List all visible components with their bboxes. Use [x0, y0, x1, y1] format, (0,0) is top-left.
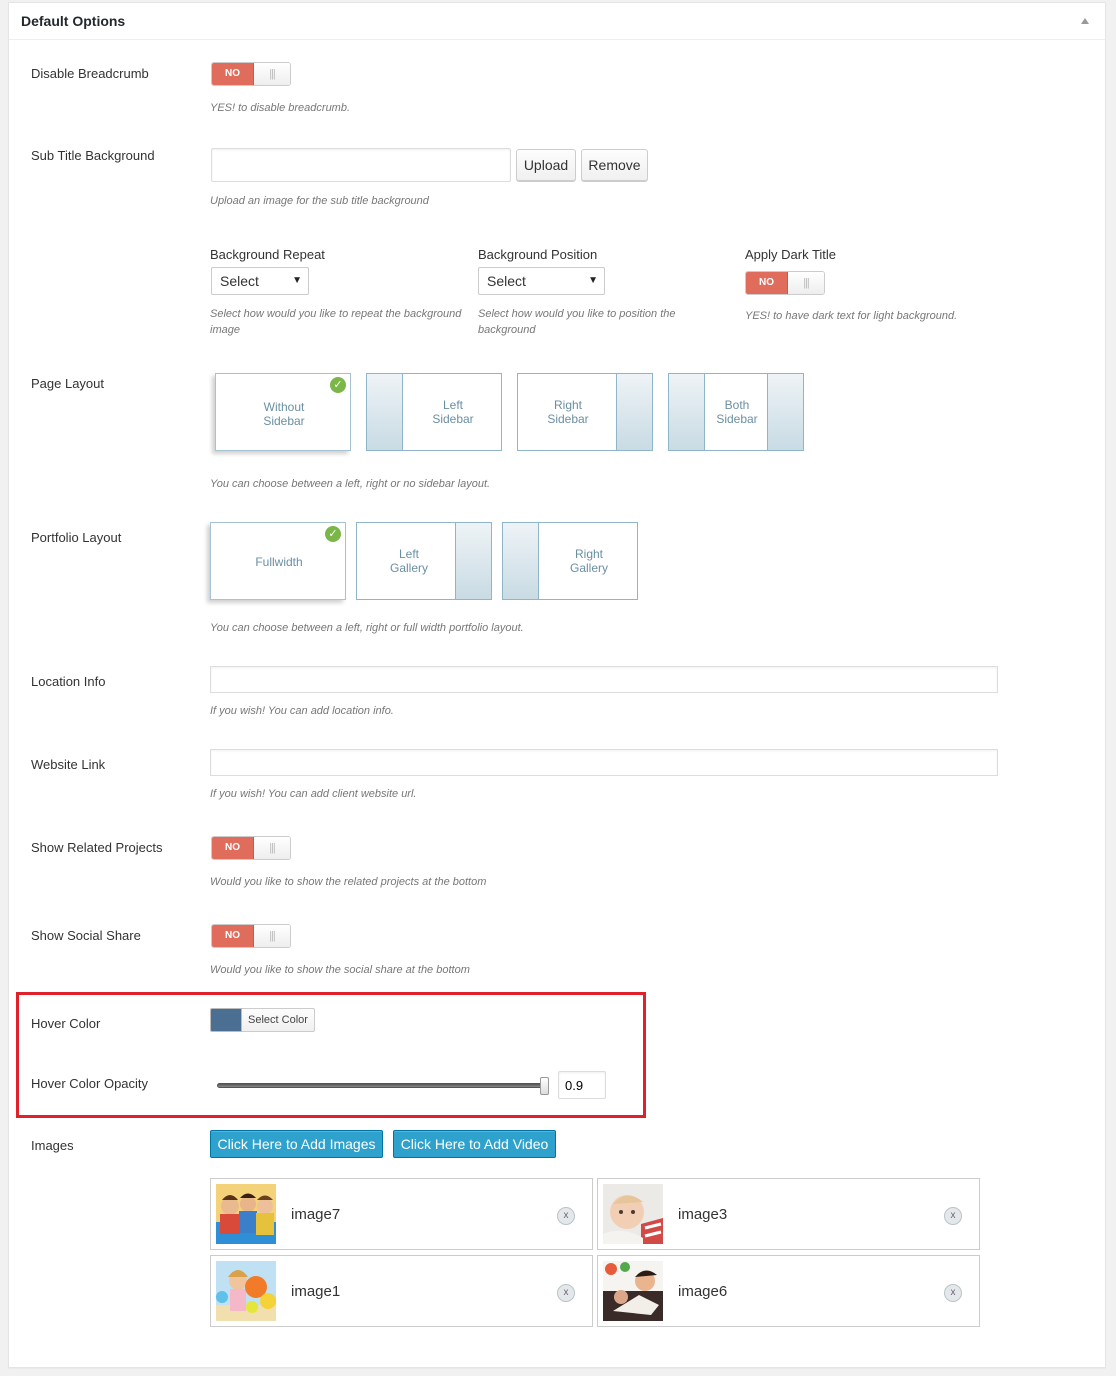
- layout-caption: Left Sidebar: [432, 398, 474, 426]
- social-share-desc: Would you like to show the social share …: [210, 964, 470, 976]
- hover-opacity-label: Hover Color Opacity: [31, 1076, 149, 1091]
- location-info-desc: If you wish! You can add location info.: [210, 705, 394, 717]
- related-projects-label: Show Related Projects: [31, 840, 163, 855]
- subtitle-bg-input[interactable]: [211, 148, 511, 182]
- image-item[interactable]: image3 x: [597, 1178, 980, 1250]
- sidebar-region: [767, 374, 803, 450]
- website-link-input[interactable]: [210, 749, 998, 776]
- add-video-button[interactable]: Click Here to Add Video: [393, 1130, 556, 1158]
- add-images-button[interactable]: Click Here to Add Images: [210, 1130, 383, 1158]
- collapse-arrow-icon[interactable]: [1081, 18, 1089, 24]
- hover-color-swatch[interactable]: [210, 1008, 242, 1032]
- toggle-grip-icon: |||: [788, 272, 824, 294]
- toggle-state: NO: [212, 63, 254, 85]
- upload-button[interactable]: Upload: [516, 149, 576, 181]
- dropdown-arrow-icon: ▼: [588, 275, 598, 286]
- image-name: image3: [678, 1206, 728, 1223]
- image-thumbnail: [216, 1184, 276, 1244]
- select-color-button[interactable]: Select Color: [242, 1008, 315, 1032]
- remove-button[interactable]: Remove: [581, 149, 648, 181]
- layout-caption: Right Sidebar: [547, 398, 589, 426]
- toggle-state: NO: [746, 272, 788, 294]
- bg-position-select[interactable]: Select ▼: [478, 267, 605, 295]
- dark-title-label: Apply Dark Title: [745, 247, 837, 262]
- opacity-slider-track[interactable]: [217, 1083, 547, 1088]
- layout-caption: Left Gallery: [389, 547, 428, 575]
- remove-image-icon[interactable]: x: [944, 1284, 962, 1302]
- portfolio-layout-desc: You can choose between a left, right or …: [210, 622, 524, 634]
- image-thumbnail: [216, 1261, 276, 1321]
- portfolio-layout-label: Portfolio Layout: [31, 530, 122, 545]
- image-thumbnail: [603, 1184, 663, 1244]
- bg-position-desc: Select how would you like to position th…: [478, 308, 676, 336]
- image-name: image7: [291, 1206, 341, 1223]
- layout-both-sidebar[interactable]: Both Sidebar: [668, 373, 804, 451]
- related-projects-toggle[interactable]: NO |||: [211, 836, 291, 860]
- opacity-slider-handle[interactable]: [540, 1077, 549, 1095]
- bg-position-label: Background Position: [478, 247, 598, 262]
- page-layout-label: Page Layout: [31, 376, 105, 391]
- image-name: image1: [291, 1283, 341, 1300]
- bg-repeat-label: Background Repeat: [210, 247, 325, 262]
- toggle-state: NO: [212, 925, 254, 947]
- social-share-label: Show Social Share: [31, 928, 141, 943]
- hover-color-label: Hover Color: [31, 1016, 101, 1031]
- disable-breadcrumb-label: Disable Breadcrumb: [31, 66, 149, 81]
- image-item[interactable]: image6 x: [597, 1255, 980, 1327]
- social-share-toggle[interactable]: NO |||: [211, 924, 291, 948]
- location-info-input[interactable]: [210, 666, 998, 693]
- dark-title-desc: YES! to have dark text for light backgro…: [745, 310, 958, 322]
- toggle-state: NO: [212, 837, 254, 859]
- toggle-grip-icon: |||: [254, 837, 290, 859]
- toggle-grip-icon: |||: [254, 63, 290, 85]
- sidebar-region: [669, 374, 705, 450]
- opacity-value-input[interactable]: [558, 1071, 606, 1099]
- bg-repeat-select[interactable]: Select ▼: [211, 267, 309, 295]
- gallery-region: [503, 523, 539, 599]
- images-label: Images: [31, 1138, 74, 1153]
- portfolio-right-gallery[interactable]: Right Gallery: [502, 522, 638, 600]
- layout-caption: Right Gallery: [569, 547, 608, 575]
- portfolio-fullwidth[interactable]: Fullwidth ✓: [210, 522, 346, 600]
- panel-header[interactable]: Default Options: [9, 3, 1105, 40]
- dropdown-arrow-icon: ▼: [292, 275, 302, 286]
- location-info-label: Location Info: [31, 674, 106, 689]
- image-item[interactable]: image7 x: [210, 1178, 593, 1250]
- disable-breadcrumb-toggle[interactable]: NO |||: [211, 62, 291, 86]
- page-layout-desc: You can choose between a left, right or …: [210, 478, 491, 490]
- subtitle-bg-desc: Upload an image for the sub title backgr…: [210, 195, 429, 207]
- bg-position-value: Select: [487, 273, 526, 289]
- dark-title-toggle[interactable]: NO |||: [745, 271, 825, 295]
- image-thumbnail: [603, 1261, 663, 1321]
- portfolio-left-gallery[interactable]: Left Gallery: [356, 522, 492, 600]
- image-item[interactable]: image1 x: [210, 1255, 593, 1327]
- website-link-desc: If you wish! You can add client website …: [210, 788, 417, 800]
- remove-image-icon[interactable]: x: [557, 1207, 575, 1225]
- highlight-box: [16, 992, 646, 1118]
- sidebar-region: [616, 374, 652, 450]
- panel-title: Default Options: [21, 13, 126, 29]
- website-link-label: Website Link: [31, 757, 106, 772]
- layout-caption: Both Sidebar: [716, 398, 758, 426]
- bg-repeat-value: Select: [220, 273, 259, 289]
- selected-check-icon: ✓: [325, 526, 341, 542]
- selected-check-icon: ✓: [330, 377, 346, 393]
- layout-right-sidebar[interactable]: Right Sidebar: [517, 373, 653, 451]
- remove-image-icon[interactable]: x: [557, 1284, 575, 1302]
- subtitle-bg-label: Sub Title Background: [31, 148, 155, 163]
- image-name: image6: [678, 1283, 728, 1300]
- bg-repeat-desc: Select how would you like to repeat the …: [210, 308, 462, 336]
- disable-breadcrumb-desc: YES! to disable breadcrumb.: [210, 102, 351, 114]
- layout-caption: Without Sidebar: [263, 400, 305, 428]
- remove-image-icon[interactable]: x: [944, 1207, 962, 1225]
- layout-left-sidebar[interactable]: Left Sidebar: [366, 373, 502, 451]
- related-projects-desc: Would you like to show the related proje…: [210, 876, 487, 888]
- toggle-grip-icon: |||: [254, 925, 290, 947]
- sidebar-region: [367, 374, 403, 450]
- layout-without-sidebar[interactable]: Without Sidebar ✓: [215, 373, 351, 451]
- layout-caption: Fullwidth: [255, 555, 303, 569]
